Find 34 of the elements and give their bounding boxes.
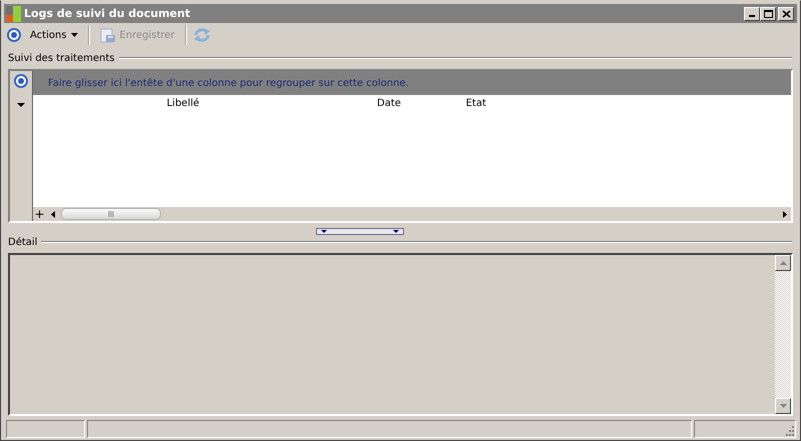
grid-options-icon[interactable] (13, 73, 29, 89)
vertical-scrollbar[interactable] (775, 255, 791, 414)
filter-caret-icon[interactable] (17, 103, 25, 107)
right-arrow-icon (782, 210, 786, 218)
scroll-down-button[interactable] (775, 398, 791, 414)
up-arrow-icon (780, 261, 786, 265)
scroll-up-button[interactable] (775, 255, 791, 271)
minimize-button[interactable] (744, 6, 760, 20)
close-button[interactable] (778, 6, 794, 20)
column-header[interactable]: Etat (445, 98, 507, 109)
down-arrow-icon (320, 230, 326, 232)
section-title: Suivi des traitements (8, 52, 115, 64)
save-icon (100, 27, 116, 43)
column-header[interactable]: Date (333, 98, 445, 109)
actions-menu-button[interactable]: Actions (26, 28, 82, 42)
app-icon (6, 6, 22, 22)
group-by-hint: Faire glisser ici l'entête d'une colonne pour regrouper sur cette colonne. (33, 71, 791, 95)
section-title: Détail (8, 236, 38, 248)
scrollbar-thumb[interactable] (61, 208, 161, 220)
column-header[interactable]: Libellé (33, 98, 333, 109)
caret-icon (70, 33, 78, 37)
window-title: Logs de suivi du document (24, 7, 192, 20)
down-arrow-icon (392, 230, 398, 232)
grip-icon (108, 211, 114, 217)
splitter-handle[interactable] (316, 228, 404, 234)
app-menu-icon[interactable] (6, 27, 22, 43)
maximize-button[interactable] (760, 6, 776, 20)
close-icon (782, 10, 790, 18)
left-arrow-icon (50, 210, 54, 218)
maximize-icon (764, 10, 772, 18)
minimize-icon (749, 14, 755, 16)
add-button[interactable]: + (33, 208, 46, 220)
down-arrow-icon (780, 404, 786, 408)
resize-grip-icon[interactable] (784, 426, 795, 437)
